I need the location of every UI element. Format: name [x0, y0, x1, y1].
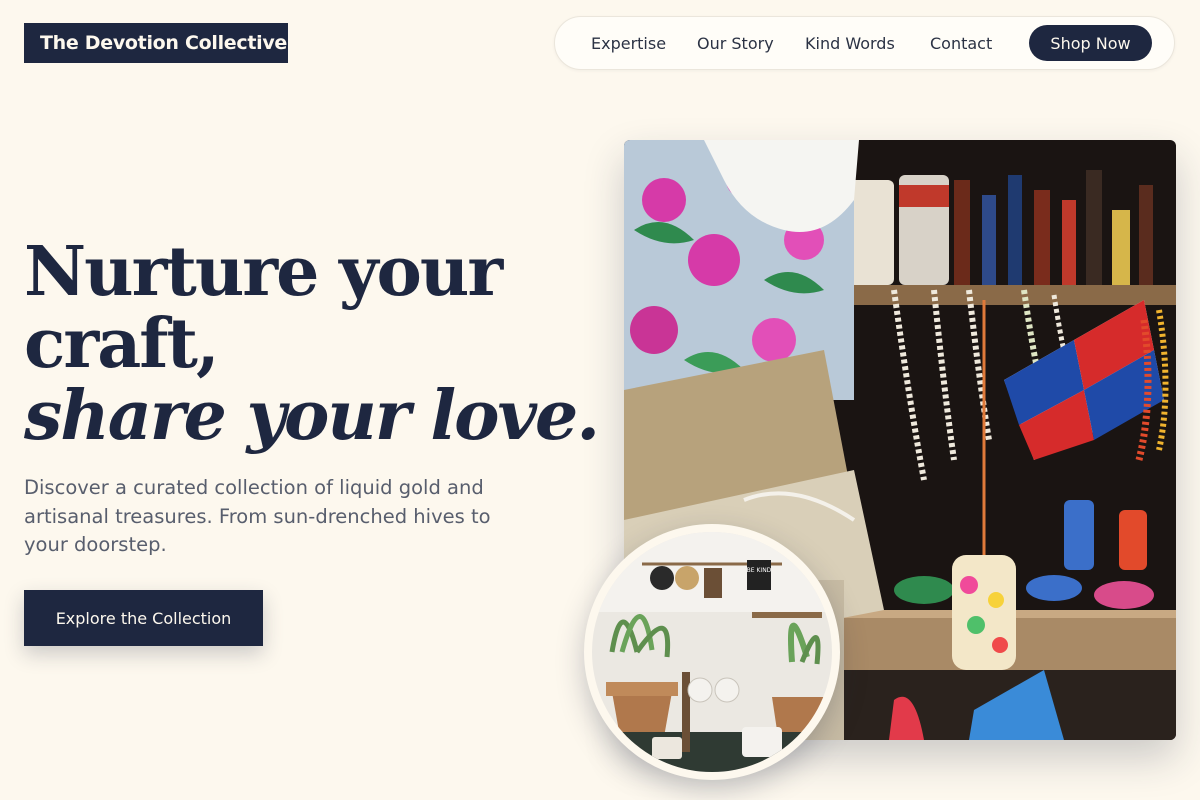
hero-description: Discover a curated collection of liquid … [24, 476, 491, 556]
nav-link-kind-words[interactable]: Kind Words [805, 34, 895, 53]
nav-link-our-story[interactable]: Our Story [697, 34, 774, 53]
nav-link-expertise[interactable]: Expertise [591, 34, 666, 53]
hero-headline: Nurture your craft, share your love. [24, 232, 600, 456]
nav-link-contact[interactable]: Contact [930, 34, 992, 53]
main-nav: Expertise Our Story Kind Words Contact S… [554, 16, 1175, 70]
headline-line-2: craft, [24, 304, 220, 384]
page: The Devotion Collective Expertise Our St… [0, 0, 1200, 800]
brand-logo[interactable]: The Devotion Collective [24, 23, 288, 63]
brand-name: The Devotion Collective [40, 32, 288, 54]
headline-line-3: share your love. [24, 376, 600, 456]
be-kind-sign-text: BE KIND [747, 567, 772, 574]
explore-collection-button[interactable]: Explore the Collection [24, 590, 263, 646]
headline-line-1: Nurture your [24, 232, 503, 312]
shop-now-button[interactable]: Shop Now [1029, 25, 1152, 61]
artisan-shop-image: BE KIND [592, 532, 832, 772]
inset-image-frame: BE KIND [584, 524, 840, 780]
